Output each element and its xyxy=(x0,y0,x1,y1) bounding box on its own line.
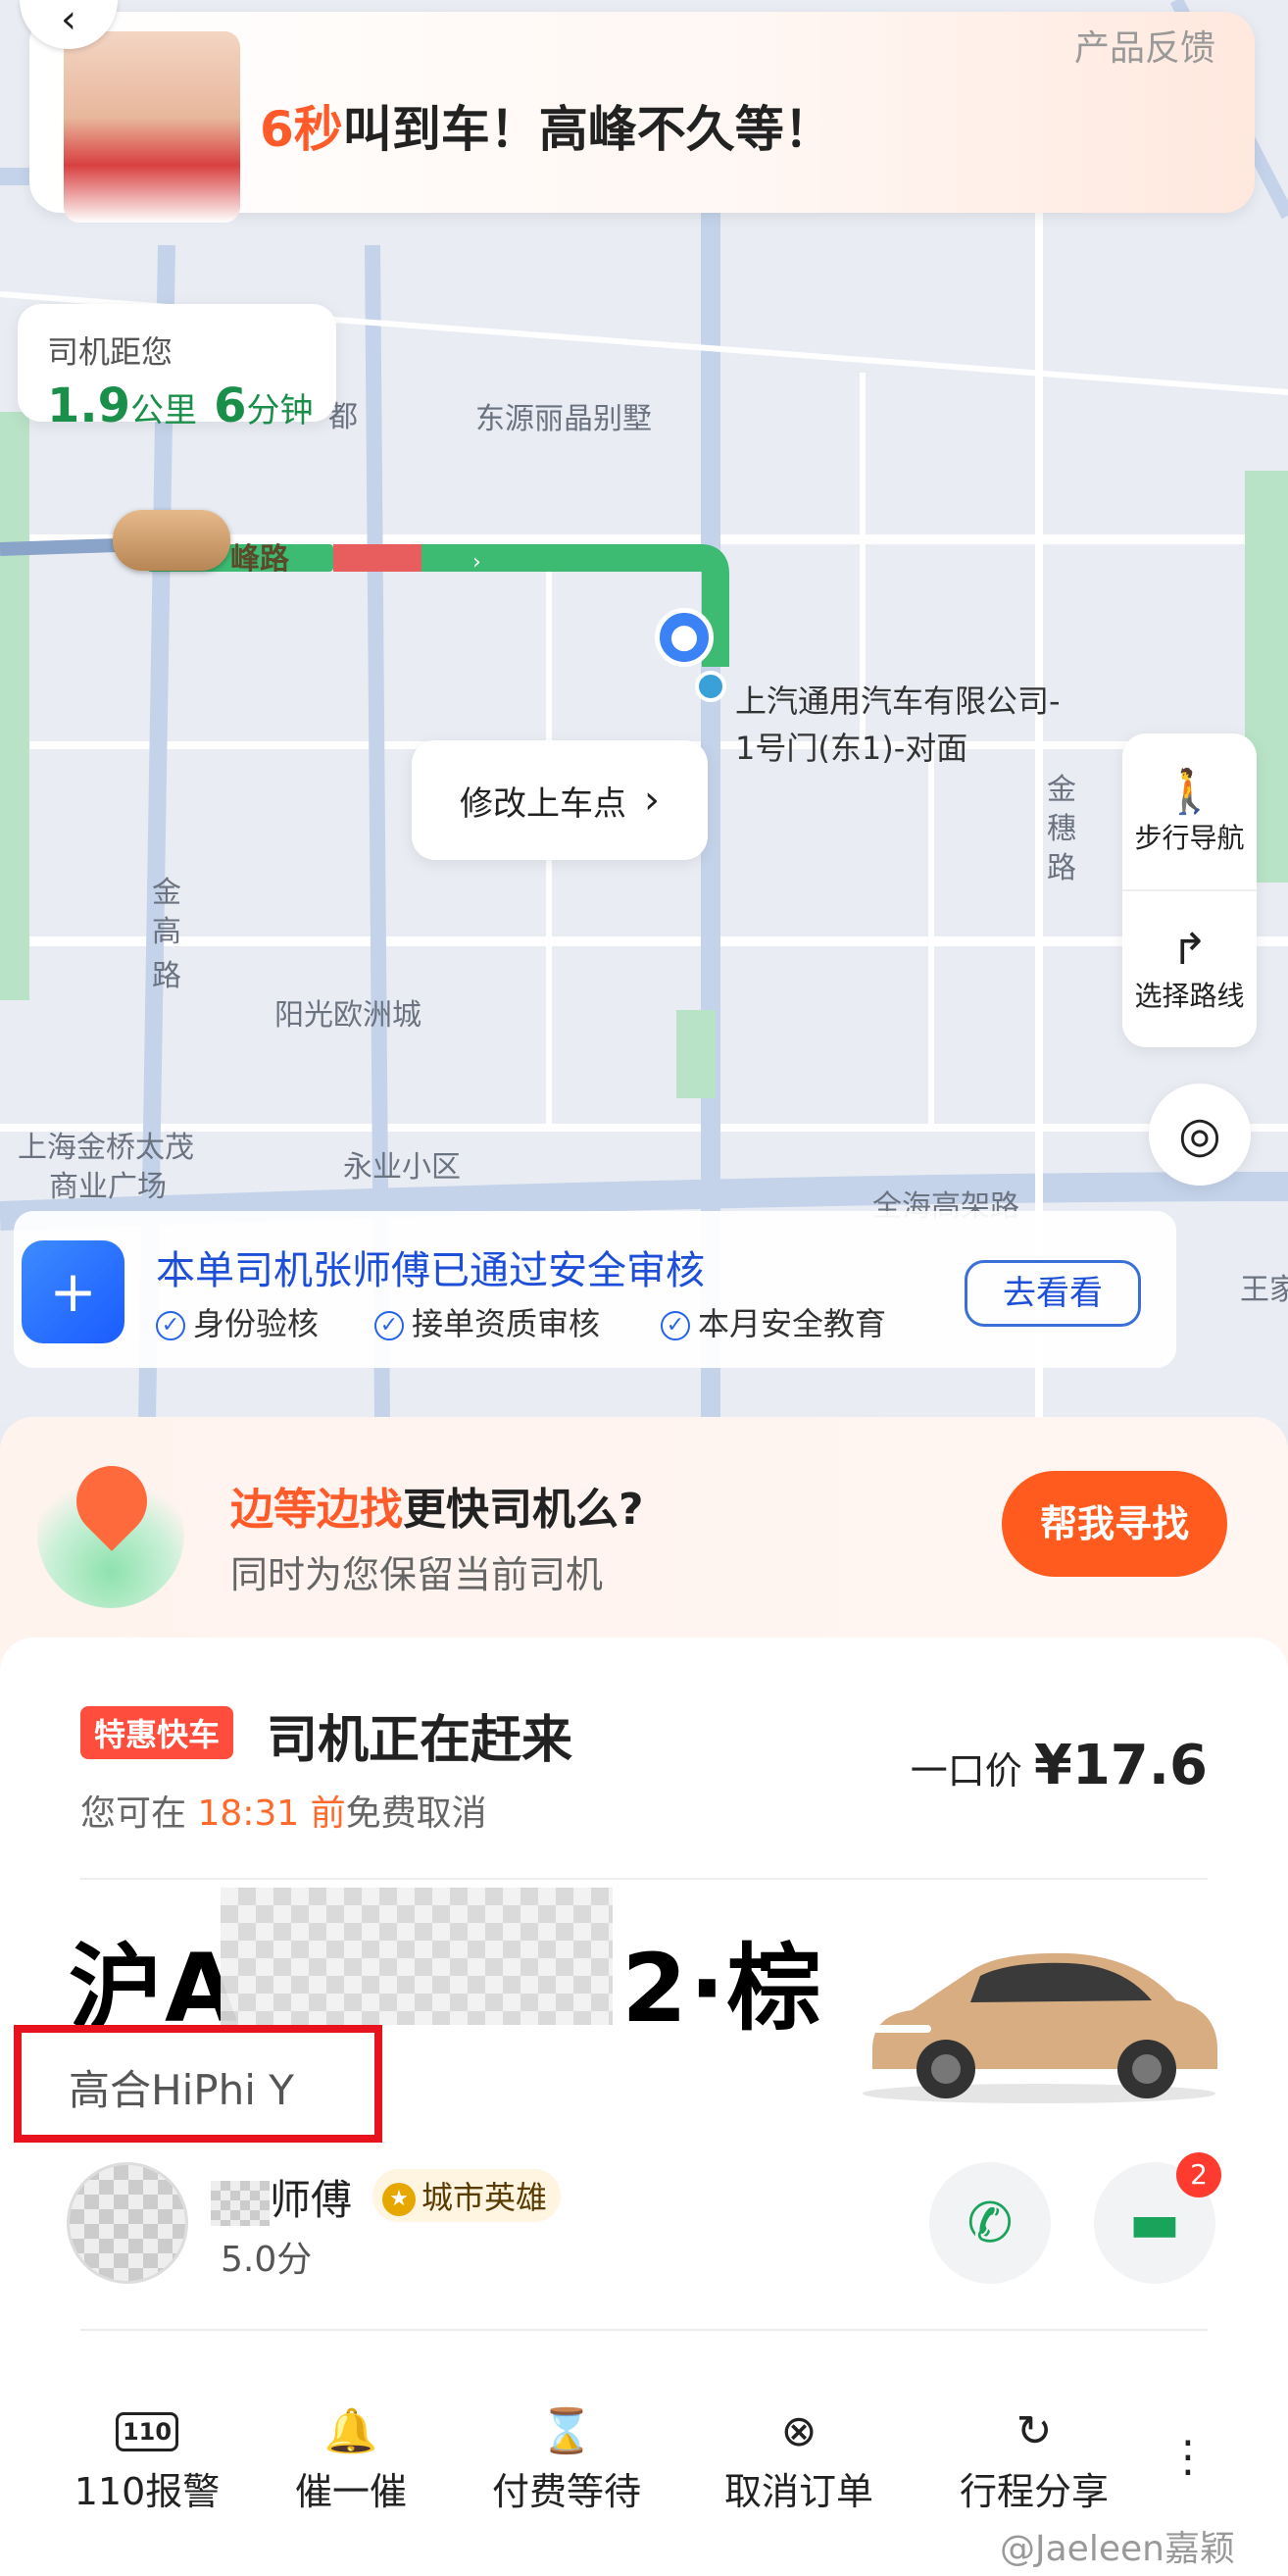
find-subtitle: 同时为您保留当前司机 xyxy=(230,1553,604,1596)
help-find-button[interactable]: 帮我寻找 xyxy=(1002,1471,1227,1577)
map-label: 王家 xyxy=(1240,1273,1288,1307)
select-route-label: 选择路线 xyxy=(1134,979,1245,1012)
map-label: 峰路 xyxy=(230,542,289,577)
map-label: 商业广场 xyxy=(49,1170,167,1204)
user-location-icon: ● xyxy=(655,608,714,667)
pickup-label: 上汽通用汽车有限公司- xyxy=(735,682,1061,720)
action-label: 付费等待 xyxy=(491,2470,641,2513)
hourglass-icon: ⌛ xyxy=(539,2406,594,2456)
action-label: 取消订单 xyxy=(723,2470,873,2513)
find-title: 边等边找更快司机么? xyxy=(230,1485,644,1535)
locate-icon: ◎ xyxy=(1178,1106,1221,1163)
more-options-icon[interactable]: ⋮ xyxy=(1166,2432,1210,2482)
locate-me-button[interactable]: ◎ xyxy=(1149,1084,1251,1186)
bell-icon: 🔔 xyxy=(323,2406,378,2456)
distance-km-unit: 公里 xyxy=(130,391,198,430)
safety-check: ✓ 身份验核 xyxy=(156,1299,319,1344)
action-urge[interactable]: 🔔 催一催 xyxy=(253,2402,449,2515)
svg-text:›: › xyxy=(472,550,481,575)
map-label: 金 xyxy=(1047,773,1076,807)
action-110-alarm[interactable]: 110 110报警 xyxy=(49,2402,245,2515)
distance-min-unit: 分钟 xyxy=(246,391,314,430)
promo-banner[interactable]: 6秒叫到车！高峰不久等！ 产品反馈 xyxy=(29,12,1255,223)
promo-avatar xyxy=(64,31,240,223)
side-buttons: 🚶 步行导航 ↱ 选择路线 xyxy=(1122,733,1257,1047)
watermark: @Jaeleen嘉颖 xyxy=(1000,2529,1235,2569)
order-panel: 特惠快车 司机正在赶来 您可在 18:31 前免费取消 一口价 ¥17.6 沪A… xyxy=(0,1638,1288,2576)
map-label: 高 xyxy=(152,915,181,949)
action-label: 行程分享 xyxy=(959,2470,1109,2513)
map-label: 东源丽晶别墅 xyxy=(475,402,652,436)
map-label: 路 xyxy=(152,959,181,993)
view-safety-button[interactable]: 去看看 xyxy=(965,1260,1141,1327)
highlight-box xyxy=(14,2025,382,2143)
distance-km: 1.9 xyxy=(47,379,131,433)
call-driver-button[interactable]: ✆ xyxy=(929,2162,1051,2284)
cancel-icon: ⊗ xyxy=(780,2406,817,2456)
map-label: 永业小区 xyxy=(343,1150,461,1185)
map-label: 阳光欧洲城 xyxy=(274,998,421,1033)
check-icon: ✓ xyxy=(156,1311,185,1340)
shield-icon: + xyxy=(22,1240,124,1343)
service-tag: 特惠快车 xyxy=(80,1706,234,1759)
driver-title-badge: ★ 城市英雄 xyxy=(372,2169,562,2222)
modify-pickup-label: 修改上车点 xyxy=(460,783,626,824)
message-driver-button[interactable]: ▬ 2 xyxy=(1094,2152,1221,2284)
feedback-link[interactable]: 产品反馈 xyxy=(1074,20,1215,71)
walk-icon: 🚶 xyxy=(1163,766,1216,817)
safety-banner[interactable]: + 本单司机张师傅已通过安全审核 ✓ 身份验核 ✓ 接单资质审核 ✓ 本月安全教育 去… xyxy=(14,1211,1176,1368)
divider xyxy=(80,2329,1208,2331)
order-status: 司机正在赶来 xyxy=(267,1711,573,1770)
map-label: 路 xyxy=(1047,851,1076,885)
driver-distance-card: 司机距您 1.9公里 6分钟 xyxy=(18,304,336,433)
route-icon: ↱ xyxy=(1171,924,1208,975)
driver-name: 师傅 xyxy=(211,2167,352,2227)
message-count-badge: 2 xyxy=(1176,2152,1221,2197)
find-driver-panel: 边等边找更快司机么? 同时为您保留当前司机 帮我寻找 xyxy=(0,1417,1288,1672)
location-pin-icon xyxy=(37,1451,184,1608)
action-label: 110报警 xyxy=(74,2470,221,2513)
walk-navigation-button[interactable]: 🚶 步行导航 xyxy=(1122,733,1257,891)
distance-title: 司机距您 xyxy=(47,333,173,371)
action-paid-wait[interactable]: ⌛ 付费等待 xyxy=(469,2402,665,2515)
map-label: 金 xyxy=(152,876,181,910)
promo-text: 6秒叫到车！高峰不久等！ xyxy=(260,101,833,158)
action-cancel-order[interactable]: ⊗ 取消订单 xyxy=(701,2402,897,2515)
check-icon: ✓ xyxy=(374,1311,404,1340)
car-marker-icon xyxy=(113,510,230,571)
modify-pickup-button[interactable]: 修改上车点 › xyxy=(412,740,708,860)
car-image xyxy=(863,1952,1217,2103)
safety-check: ✓ 本月安全教育 xyxy=(661,1299,886,1344)
safety-title: 本单司机张师傅已通过安全审核 xyxy=(156,1248,705,1293)
driver-avatar[interactable] xyxy=(67,2162,188,2284)
divider xyxy=(80,1878,1208,1880)
pickup-label: 1号门(东1)-对面 xyxy=(735,730,968,767)
free-cancel-info: 您可在 18:31 前免费取消 xyxy=(80,1793,487,1834)
distance-min: 6 xyxy=(214,379,247,433)
map-label: 上海金桥太茂 xyxy=(18,1131,194,1165)
plate-mosaic xyxy=(221,1888,613,2025)
phone-icon: ✆ xyxy=(966,2191,1014,2255)
alarm-110-icon: 110 xyxy=(49,2402,245,2461)
action-label: 催一催 xyxy=(294,2470,407,2513)
driver-score: 5.0分 xyxy=(221,2240,313,2280)
chevron-right-icon: › xyxy=(644,778,660,823)
safety-check: ✓ 接单资质审核 xyxy=(374,1299,600,1344)
back-icon: ‹ xyxy=(61,0,76,42)
walk-navigation-label: 步行导航 xyxy=(1134,821,1245,854)
select-route-button[interactable]: ↱ 选择路线 xyxy=(1122,891,1257,1047)
map-label: 穗 xyxy=(1047,812,1076,846)
fixed-price: 一口价 ¥17.6 xyxy=(910,1734,1208,1797)
check-icon: ✓ xyxy=(661,1311,690,1340)
medal-icon: ★ xyxy=(382,2183,416,2216)
action-share-trip[interactable]: ↻ 行程分享 xyxy=(936,2402,1132,2515)
share-icon: ↻ xyxy=(1016,2406,1053,2456)
chat-icon: ▬ xyxy=(1128,2191,1181,2255)
